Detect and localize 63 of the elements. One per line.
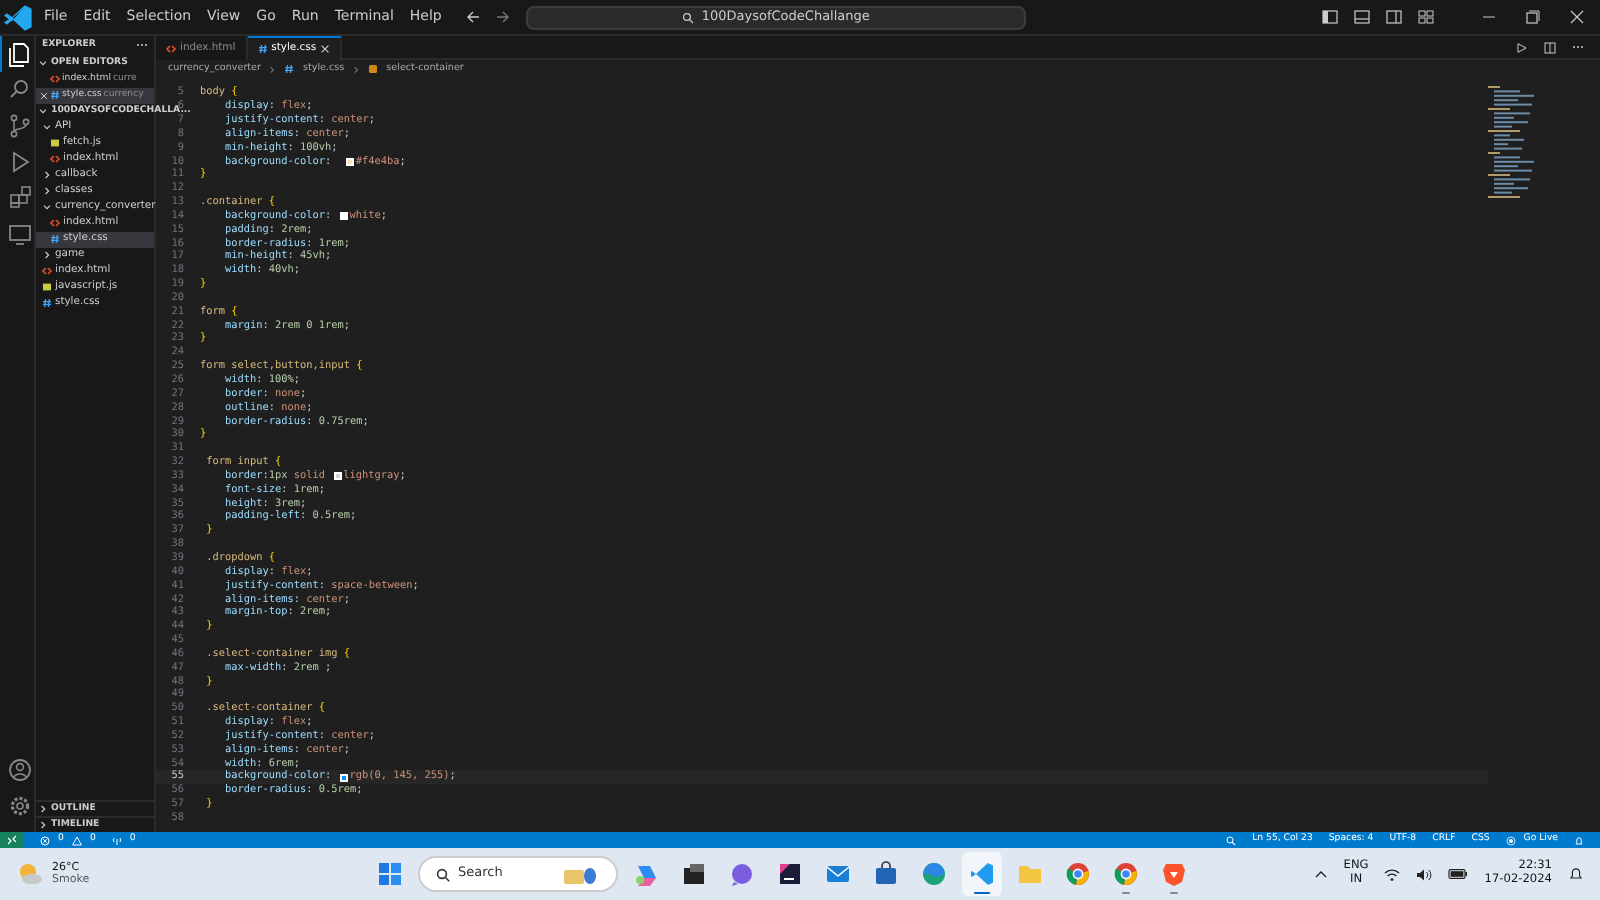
swirl-browser-icon[interactable] xyxy=(920,860,948,888)
warning-icon xyxy=(71,835,82,845)
search-highlight-drawing xyxy=(560,862,600,886)
swirl-icon[interactable] xyxy=(632,860,660,888)
antenna-icon xyxy=(111,835,122,845)
secondary-sidebar-layout-icon[interactable] xyxy=(1386,10,1402,24)
account-icon[interactable] xyxy=(3,754,35,786)
split-editor-icon[interactable] xyxy=(1544,41,1556,53)
grid-layout-icon[interactable] xyxy=(1418,10,1434,24)
remote-icon[interactable] xyxy=(6,834,18,846)
chevron-down-icon[interactable] xyxy=(42,202,52,212)
hash-icon xyxy=(42,298,52,308)
js-file-icon xyxy=(50,138,60,148)
minimize-icon[interactable] xyxy=(1482,10,1496,24)
chevron-down-icon[interactable] xyxy=(38,58,48,68)
selector-icon xyxy=(368,64,379,74)
speaker-icon[interactable] xyxy=(1416,867,1433,881)
files-icon[interactable] xyxy=(3,38,35,70)
sidebar-layout-icon[interactable] xyxy=(1322,10,1338,24)
zoom-icon[interactable] xyxy=(1226,835,1237,845)
color-swatch-icon[interactable] xyxy=(333,472,342,481)
restore-icon[interactable] xyxy=(1526,10,1540,24)
chevron-right-icon[interactable] xyxy=(42,250,52,260)
panel-layout-icon[interactable] xyxy=(1354,10,1370,24)
hash-icon xyxy=(284,64,295,74)
app-square-icon[interactable] xyxy=(776,860,804,888)
close-icon[interactable] xyxy=(320,44,331,54)
code-brackets-icon xyxy=(50,154,60,164)
round-browser-icon[interactable] xyxy=(1064,860,1092,888)
error-icon xyxy=(40,835,50,845)
wifi-icon[interactable] xyxy=(1384,867,1401,881)
windows-logo-icon[interactable] xyxy=(378,862,402,886)
radio-icon xyxy=(1505,835,1516,845)
search-icon xyxy=(681,11,694,23)
color-swatch-icon[interactable] xyxy=(339,212,348,221)
back-arrow-icon[interactable] xyxy=(465,10,480,24)
run-icon[interactable] xyxy=(1516,41,1528,53)
chat-bubble-icon[interactable] xyxy=(728,860,756,888)
hash-icon xyxy=(50,234,60,244)
color-swatch-icon[interactable] xyxy=(339,773,348,782)
forward-arrow-icon[interactable] xyxy=(495,10,510,24)
hash-icon xyxy=(257,44,268,54)
code-brackets-icon xyxy=(42,266,52,276)
color-swatch-icon[interactable] xyxy=(345,157,354,166)
code-brackets-icon xyxy=(166,43,176,53)
search-icon xyxy=(436,867,450,881)
mail-icon[interactable] xyxy=(824,860,852,888)
code-editor-logo-icon xyxy=(0,0,36,35)
round-browser-icon[interactable] xyxy=(1112,860,1140,888)
code-editor-icon[interactable] xyxy=(968,860,996,888)
window-icon[interactable] xyxy=(680,860,708,888)
shopping-bag-icon[interactable] xyxy=(872,860,900,888)
js-file-icon xyxy=(42,282,52,292)
close-icon[interactable] xyxy=(40,91,48,99)
close-icon[interactable] xyxy=(1570,10,1584,24)
battery-icon[interactable] xyxy=(1448,868,1469,880)
bell-icon[interactable] xyxy=(1568,866,1584,882)
minimap-drawing xyxy=(1488,86,1536,202)
chevron-up-icon[interactable] xyxy=(1313,867,1328,881)
code-brackets-icon xyxy=(50,74,60,84)
hash-icon xyxy=(50,90,60,100)
code-brackets-icon xyxy=(50,218,60,228)
moon-cloud-icon xyxy=(16,860,44,888)
